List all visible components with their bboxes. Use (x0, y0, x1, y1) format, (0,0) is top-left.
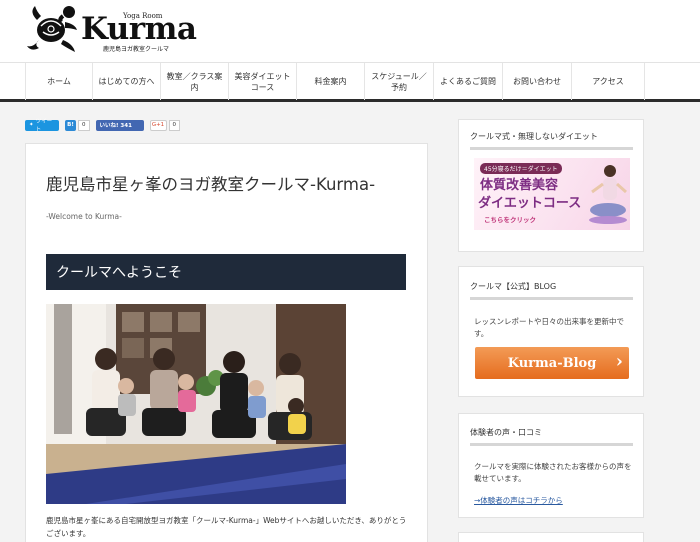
chevron-right-icon: › (615, 351, 623, 372)
turtle-logo-icon (27, 6, 77, 52)
site-header: Yoga Room Kurma 鹿児島ヨガ教室クールマ (0, 0, 700, 62)
banner-line-1: 体質改善美容 (480, 178, 559, 193)
diet-course-banner[interactable]: 45分寝るだけ＝ダイエット 体質改善美容 ダイエットコース こちらをクリック (474, 158, 630, 230)
main-content: 鹿児島市星ヶ峯のヨガ教室クールマ-Kurma- -Welcome to Kurm… (25, 143, 428, 542)
bird-icon: ✦ (29, 122, 34, 128)
divider (470, 297, 633, 300)
yoga-woman-illustration (589, 165, 627, 224)
share-bar: ✦ ツイート B! 0 いいね! 341 G+1 0 (25, 119, 180, 133)
testimonials-widget-text: クールマを実際に体験されたお客様からの声を載せています。 (474, 462, 632, 483)
google-plus-button[interactable]: G+1 (149, 119, 167, 131)
divider (470, 147, 633, 150)
facebook-like-button[interactable]: いいね! 341 (95, 119, 144, 131)
nav-item-home[interactable]: ホーム (25, 63, 93, 100)
blog-button-label: Kurma-Blog (507, 355, 597, 371)
sidebar-next-widget (458, 532, 644, 542)
page-title: 鹿児島市星ヶ峯のヨガ教室クールマ-Kurma- (46, 175, 376, 194)
banner-tagline: 45分寝るだけ＝ダイエット (480, 163, 562, 174)
blog-widget-heading: クールマ【公式】BLOG (470, 282, 557, 291)
divider (470, 443, 633, 446)
tweet-label: ツイート (35, 119, 53, 133)
nav-item-contact[interactable]: お問い合わせ (503, 63, 572, 100)
banner-cta: こちらをクリック (484, 216, 536, 224)
sidebar-blog-widget: クールマ【公式】BLOG レッスンレポートや日々の出来事を更新中です。 Kurm… (458, 266, 644, 397)
blog-button[interactable]: Kurma-Blog › (475, 347, 629, 379)
nav-item-diet-course[interactable]: 美容ダイエットコース (229, 63, 297, 100)
nav-item-faq[interactable]: よくあるご質問 (434, 63, 503, 100)
hatena-count: 0 (78, 119, 90, 131)
group-photo (46, 304, 346, 504)
diet-widget-heading: クールマ式・無理しないダイエット (470, 132, 598, 141)
page-subtitle: -Welcome to Kurma- (46, 212, 122, 221)
google-plus-count: 0 (168, 119, 180, 131)
nav-item-access[interactable]: アクセス (572, 63, 645, 100)
nav-item-pricing[interactable]: 料金案内 (297, 63, 365, 100)
site-logo[interactable]: Yoga Room Kurma 鹿児島ヨガ教室クールマ (25, 2, 215, 58)
nav-item-schedule[interactable]: スケジュール／予約 (365, 63, 434, 100)
tweet-button[interactable]: ✦ ツイート (25, 119, 59, 133)
section-heading: クールマへようこそ (46, 254, 406, 290)
sidebar-diet-widget: クールマ式・無理しないダイエット 45分寝るだけ＝ダイエット 体質改善美容 ダイ… (458, 119, 644, 252)
blog-widget-text: レッスンレポートや日々の出来事を更新中です。 (474, 317, 624, 338)
logo-tagline: 鹿児島ヨガ教室クールマ (103, 46, 170, 53)
sidebar-testimonials-widget: 体験者の声・口コミ クールマを実際に体験されたお客様からの声を載せています。 →… (458, 413, 644, 518)
nav-item-beginners[interactable]: はじめての方へ (93, 63, 161, 100)
banner-line-2: ダイエットコース (478, 196, 582, 211)
nav-item-classes[interactable]: 教室／クラス案内 (161, 63, 229, 100)
hatena-bookmark-button[interactable]: B! (65, 119, 76, 131)
intro-text: 鹿児島市星ヶ峯にある自宅開放型ヨガ教室「クールマ-Kurma-」Webサイトへお… (46, 516, 407, 538)
logo-name: Kurma (81, 11, 197, 47)
testimonials-link[interactable]: →体験者の声はコチラから (474, 495, 563, 506)
testimonials-widget-heading: 体験者の声・口コミ (470, 428, 542, 437)
global-nav: ホーム はじめての方へ 教室／クラス案内 美容ダイエットコース 料金案内 スケジ… (0, 62, 700, 102)
